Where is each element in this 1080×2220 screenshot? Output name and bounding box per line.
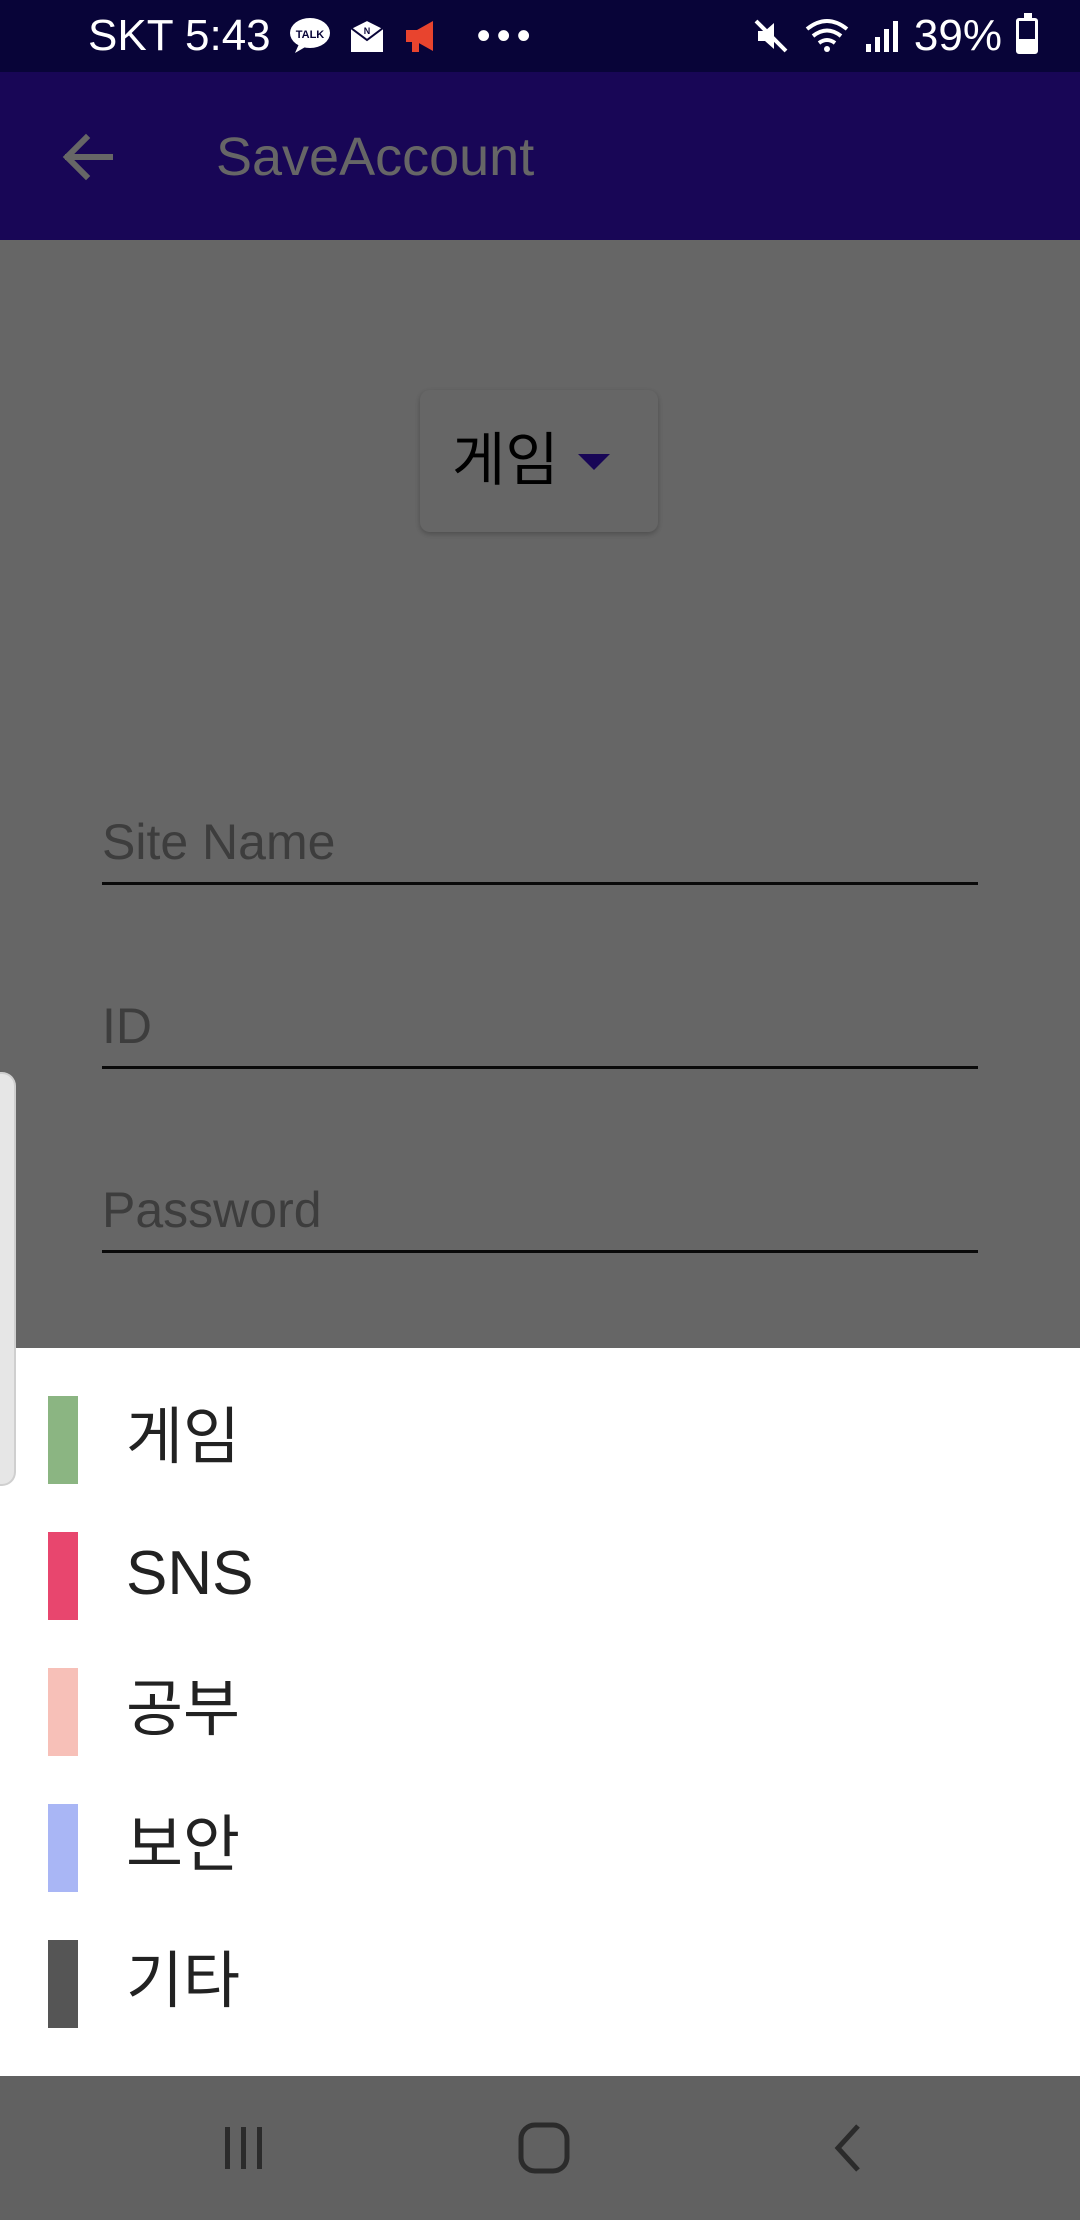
battery-percent: 39%	[913, 11, 1002, 60]
more-dots-icon: •••	[476, 13, 537, 58]
option-label: 보안	[126, 1811, 241, 1880]
mail-icon: N	[348, 18, 385, 54]
id-input[interactable]	[102, 996, 978, 1056]
dropdown-option-other[interactable]: 기타	[0, 1892, 1080, 2028]
dropdown-option-study[interactable]: 공부	[0, 1620, 1080, 1756]
color-swatch	[48, 1804, 78, 1892]
battery-icon	[1016, 13, 1038, 54]
color-swatch	[48, 1668, 78, 1756]
home-icon[interactable]	[494, 2098, 594, 2198]
form-area: 게임	[0, 240, 1080, 1350]
page-title: SaveAccount	[216, 127, 535, 187]
svg-text:N: N	[363, 26, 370, 36]
dropdown-option-game[interactable]: 게임	[0, 1348, 1080, 1484]
color-swatch	[48, 1532, 78, 1620]
option-label: SNS	[126, 1539, 254, 1608]
talk-icon: TALK	[289, 17, 331, 55]
category-spinner[interactable]: 게임	[420, 390, 658, 532]
navigation-bar	[0, 2076, 1080, 2220]
recents-icon[interactable]	[194, 2098, 294, 2198]
megaphone-icon	[403, 18, 441, 54]
signal-icon	[864, 18, 900, 54]
arrow-left-icon[interactable]	[52, 122, 122, 192]
status-bar: SKT 5:43 TALK N ••• 39%	[0, 0, 1080, 72]
site-name-input[interactable]	[102, 812, 978, 872]
option-label: 게임	[126, 1403, 241, 1472]
svg-text:TALK: TALK	[295, 29, 324, 41]
password-input[interactable]	[102, 1180, 978, 1240]
password-field[interactable]	[102, 1180, 978, 1253]
option-label: 공부	[126, 1675, 241, 1744]
dropdown-option-sns[interactable]: SNS	[0, 1484, 1080, 1620]
mute-icon	[752, 17, 790, 55]
caret-down-icon	[578, 454, 610, 470]
color-swatch	[48, 1940, 78, 2028]
carrier-time: SKT 5:43	[88, 11, 271, 60]
edge-panel-handle[interactable]	[0, 1072, 16, 1486]
category-selected: 게임	[452, 428, 559, 493]
site-name-field[interactable]	[102, 812, 978, 885]
option-label: 기타	[126, 1947, 241, 2016]
id-field[interactable]	[102, 996, 978, 1069]
app-bar: SaveAccount	[0, 72, 1080, 240]
category-dropdown-list: 게임 SNS 공부 보안 기타	[0, 1348, 1080, 2076]
color-swatch	[48, 1396, 78, 1484]
back-icon[interactable]	[798, 2098, 898, 2198]
dropdown-option-security[interactable]: 보안	[0, 1756, 1080, 1892]
wifi-icon	[804, 17, 850, 55]
